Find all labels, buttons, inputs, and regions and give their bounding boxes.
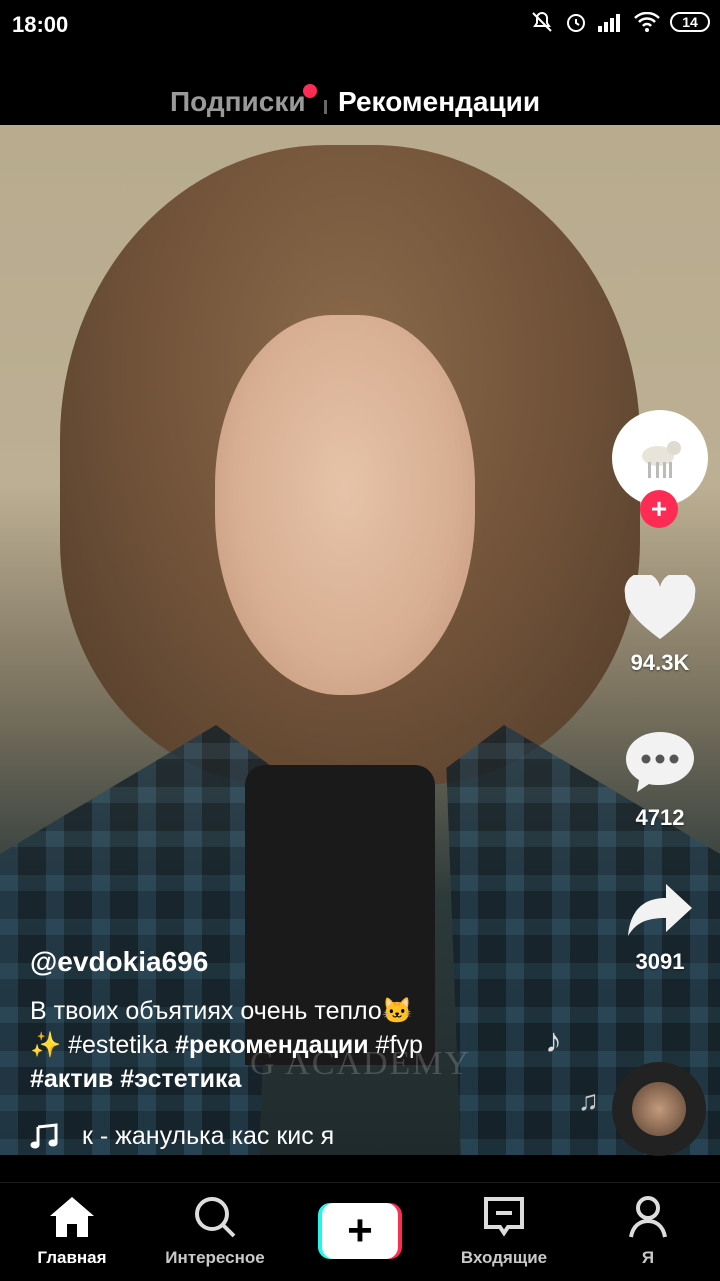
nav-home-label: Главная <box>37 1248 107 1267</box>
battery-indicator: 14 <box>670 12 710 32</box>
status-icons: 14 <box>530 10 710 34</box>
plus-icon[interactable]: + <box>322 1203 398 1259</box>
post-caption: В твоих объятиях очень тепло🐱 ✨ #estetik… <box>30 994 510 1096</box>
tab-recommendations[interactable]: Рекомендации <box>338 86 540 118</box>
like-count: 94.3K <box>630 650 690 675</box>
music-ticker[interactable]: к - жанулька кас кис я <box>30 1122 334 1151</box>
search-icon[interactable] <box>192 1195 238 1239</box>
wifi-icon <box>634 12 660 32</box>
heart-icon[interactable] <box>623 572 697 641</box>
music-disc[interactable] <box>612 1062 706 1156</box>
alarm-icon <box>567 14 585 32</box>
new-content-dot <box>303 84 317 98</box>
status-time: 18:00 <box>12 12 69 37</box>
comment-icon[interactable] <box>623 728 697 796</box>
caption-hashtags-a[interactable]: ✨ #estetika <box>30 1031 175 1059</box>
bottom-nav: Главная Интересное + Входящие Я <box>0 1182 720 1281</box>
nav-profile-label: Я <box>641 1248 655 1267</box>
nav-profile[interactable]: Я <box>588 1195 708 1268</box>
video-subject-face <box>215 315 475 695</box>
nav-inbox-label: Входящие <box>460 1248 548 1267</box>
caption-line-2: ✨ #estetika #рекомендации #fyp <box>30 1028 510 1062</box>
music-note-icon <box>30 1122 58 1148</box>
nav-inbox[interactable]: Входящие <box>444 1195 564 1268</box>
create-button[interactable]: + <box>318 1203 402 1259</box>
floating-note-icon-2: ♫ <box>578 1085 599 1116</box>
floating-note-icon: ♪ <box>545 1022 562 1060</box>
nav-home[interactable]: Главная <box>12 1195 132 1268</box>
nav-discover-label: Интересное <box>165 1248 265 1267</box>
music-title[interactable]: к - жанулька кас кис я <box>82 1122 334 1151</box>
caption-line-3[interactable]: #актив #эстетика <box>30 1062 510 1096</box>
nav-discover[interactable]: Интересное <box>155 1195 275 1268</box>
creator-avatar[interactable]: + <box>612 410 708 528</box>
music-disc-cover <box>632 1082 686 1136</box>
caption-hashtag-recommendations[interactable]: #рекомендации <box>175 1031 369 1059</box>
post-username[interactable]: @evdokia696 <box>30 946 208 978</box>
comment-count: 4712 <box>635 805 685 830</box>
home-icon[interactable] <box>47 1195 97 1239</box>
share-arrow-icon[interactable] <box>624 880 696 940</box>
tab-following[interactable]: Подписки <box>170 86 306 118</box>
signal-icon <box>598 14 620 32</box>
comment-action[interactable]: 4712 <box>600 728 720 831</box>
share-action[interactable]: 3091 <box>600 880 720 975</box>
mute-icon <box>532 11 552 32</box>
follow-button[interactable]: + <box>640 490 678 528</box>
like-action[interactable]: 94.3K <box>600 572 720 676</box>
feed-tabs: Подписки Рекомендации <box>0 50 720 125</box>
caption-line-1: В твоих объятиях очень тепло🐱 <box>30 997 413 1025</box>
caption-hashtag-fyp[interactable]: #fyp <box>369 1031 423 1059</box>
status-bar: 18:00 14 <box>0 0 720 50</box>
share-count: 3091 <box>635 949 685 974</box>
profile-icon[interactable] <box>628 1195 668 1239</box>
lamb-icon <box>642 441 681 478</box>
tab-separator <box>324 100 327 114</box>
inbox-icon[interactable] <box>482 1195 526 1239</box>
